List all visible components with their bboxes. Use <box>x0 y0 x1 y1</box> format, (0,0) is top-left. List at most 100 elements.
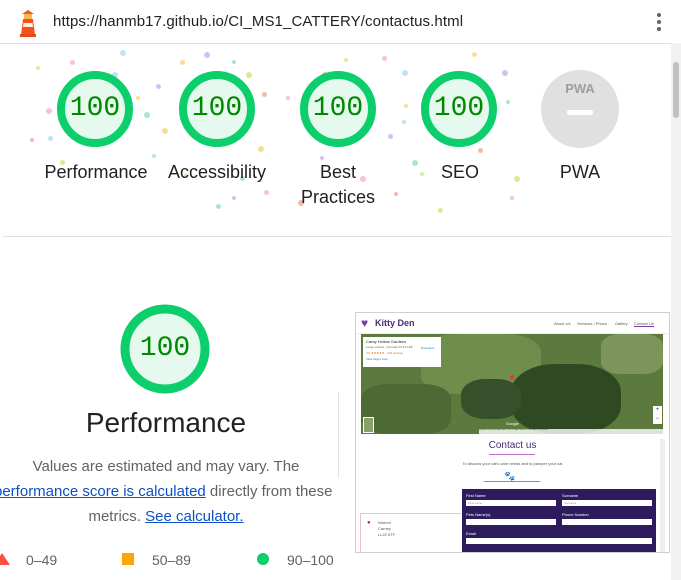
average-square-icon <box>122 553 134 565</box>
address-card: ● Warren Carney LL22 6TF <box>360 513 461 552</box>
map-directions: Directions <box>421 346 435 350</box>
final-screenshot[interactable]: ♥ Kitty Den About Us Services / Prices G… <box>355 312 670 553</box>
gauge-score: 100 <box>69 93 121 124</box>
gauge-score: 100 <box>191 93 243 124</box>
address-line: Carney <box>378 526 391 531</box>
score-calculated-link[interactable]: performance score is calculated <box>0 483 206 500</box>
desc-text: directly from these <box>205 483 333 500</box>
form-label: Surname <box>562 493 579 498</box>
gauge-label: SEO <box>440 162 479 182</box>
map-zoom-controls: + − <box>653 406 662 424</box>
gauge-label: Best Practices <box>300 162 376 207</box>
contact-form: First Name First name Surname Surname Pe… <box>462 489 656 552</box>
address-bar: https://hanmb17.github.io/CI_MS1_CATTERY… <box>0 0 681 44</box>
form-label: Phone Number <box>562 512 589 517</box>
confetti-dot <box>48 136 53 141</box>
gauge-score: 100 <box>433 93 485 124</box>
email-input[interactable] <box>466 538 652 544</box>
form-label: First Name <box>466 493 486 498</box>
address-line: Warren <box>378 520 391 525</box>
nav-link-active: Contact Us <box>634 321 654 327</box>
map-card-title: Carey Hollow Gardens <box>366 339 407 344</box>
see-calculator-link[interactable]: See calculator. <box>145 508 243 525</box>
confetti-dot <box>136 96 140 100</box>
embedded-map: ● Carey Hollow Gardens Lower Arches, Cor… <box>361 334 663 434</box>
confetti-dot <box>472 52 477 57</box>
pwa-badge-text: PWA <box>565 81 595 96</box>
surname-input[interactable]: Surname <box>562 500 652 506</box>
performance-score: 100 <box>139 333 191 364</box>
cat-icon: ♥ <box>361 316 369 330</box>
site-header: ♥ Kitty Den About Us Services / Prices G… <box>356 313 669 334</box>
confetti-dot <box>232 60 236 64</box>
confetti-dot <box>36 66 40 70</box>
nav-link: Services / Prices <box>577 321 607 326</box>
confetti-dot <box>502 70 508 76</box>
thumb-scrollbar <box>660 439 665 552</box>
title-underline <box>489 454 535 455</box>
confetti-dot <box>258 146 264 152</box>
confetti-dot <box>510 196 514 200</box>
confetti-dot <box>46 108 52 114</box>
legend-range-fail: 0–49 <box>26 552 58 568</box>
contact-title: Contact us <box>488 440 537 451</box>
performance-title: Performance <box>85 407 247 438</box>
first-name-input[interactable]: First name <box>466 500 556 506</box>
form-label: Email <box>466 531 477 536</box>
confetti-dot <box>388 134 393 139</box>
section-divider <box>3 236 671 237</box>
confetti-dot <box>70 60 75 65</box>
confetti-dot <box>180 60 185 65</box>
vertical-divider <box>338 392 339 478</box>
confetti-dot <box>344 58 348 62</box>
confetti-dot <box>286 96 290 100</box>
nav-link: Gallery <box>615 321 628 326</box>
confetti-dot <box>478 148 483 153</box>
desc-text: metrics. <box>88 508 146 525</box>
map-footer: Keyboard shortcuts Map data ©2022 Google… <box>479 429 663 434</box>
gauge-label: PWA <box>559 162 601 182</box>
location-pin-icon: ● <box>367 520 371 526</box>
map-card-sub: Lower Arches, Cornwall, PL13 1EP <box>366 345 413 349</box>
gauge-label: Accessibility <box>167 162 267 182</box>
gauge-label: Performance <box>44 162 148 182</box>
form-label: Pets Name(s) <box>466 512 491 517</box>
map-pin-icon: ● <box>509 372 516 383</box>
confetti-dot <box>402 120 406 124</box>
confetti-dot <box>216 204 221 209</box>
gauge-score: 100 <box>312 93 364 124</box>
confetti-dot <box>152 154 156 158</box>
confetti-dot <box>382 56 387 61</box>
site-logo: Kitty Den <box>375 318 415 328</box>
pass-circle-icon <box>257 553 269 565</box>
desc-line: Values are estimated and may vary. The <box>32 458 300 475</box>
confetti-dot <box>30 138 34 142</box>
map-card-link: View larger map <box>366 357 388 361</box>
confetti-dot <box>120 50 126 56</box>
confetti-dot <box>506 100 510 104</box>
confetti-dot <box>144 112 150 118</box>
page-url[interactable]: https://hanmb17.github.io/CI_MS1_CATTERY… <box>53 13 463 30</box>
confetti-dot <box>162 128 168 134</box>
legend-range-average: 50–89 <box>152 552 191 568</box>
confetti-dot <box>204 52 210 58</box>
paw-divider <box>484 481 540 482</box>
phone-number-input[interactable] <box>562 519 652 525</box>
map-google-label: Google <box>506 421 519 426</box>
fail-triangle-icon <box>0 553 10 565</box>
performance-description: Values are estimated and may vary. The p… <box>0 454 332 529</box>
confetti-dot <box>402 70 408 76</box>
address-line: LL22 6TF <box>378 532 396 537</box>
scrollbar-track[interactable] <box>671 43 681 580</box>
map-card-rating: 4.5 ★★★★★ · 135 reviews <box>366 351 404 355</box>
confetti-dot <box>404 104 408 108</box>
map-satellite-toggle <box>363 417 374 433</box>
scrollbar-thumb[interactable] <box>673 62 679 118</box>
confetti-dot <box>156 84 161 89</box>
confetti-dot <box>264 190 269 195</box>
pets-name-input[interactable] <box>466 519 556 525</box>
more-options-icon[interactable] <box>652 11 666 33</box>
confetti-dot <box>394 192 398 196</box>
confetti-dot <box>262 92 267 97</box>
confetti-dot <box>438 208 443 213</box>
